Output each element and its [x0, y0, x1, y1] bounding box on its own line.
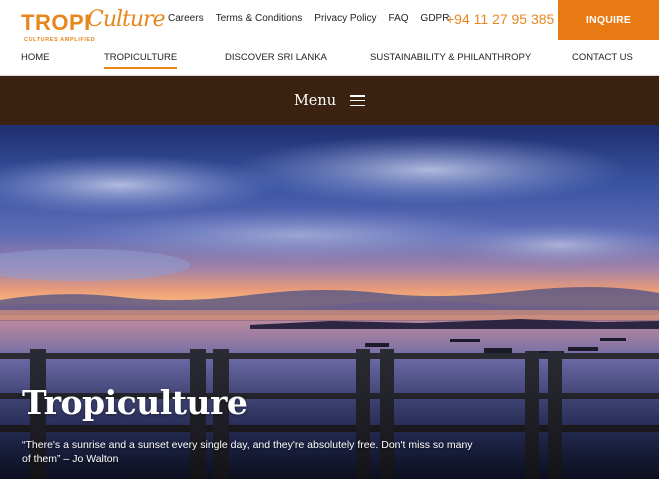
- link-terms-conditions[interactable]: Terms & Conditions: [216, 13, 303, 24]
- link-privacy-policy[interactable]: Privacy Policy: [314, 13, 376, 24]
- logo-tagline: CULTURES AMPLIFIED: [24, 37, 96, 43]
- menu-label: Menu: [293, 92, 337, 109]
- utility-links: Careers Terms & Conditions Privacy Polic…: [168, 13, 461, 24]
- hero-quote: “There's a sunrise and a sunset every si…: [22, 439, 473, 465]
- hamburger-icon[interactable]: [350, 95, 366, 106]
- link-faq[interactable]: FAQ: [389, 13, 409, 24]
- hero-title: Tropiculture: [22, 383, 248, 422]
- top-header: TROPI Culture CULTURES AMPLIFIED Careers…: [0, 0, 659, 43]
- menu-bar[interactable]: Menu: [0, 76, 659, 125]
- main-navigation: HOME TROPICULTURE DISCOVER SRI LANKA SUS…: [0, 48, 659, 72]
- nav-item-tropiculture[interactable]: TROPICULTURE: [104, 52, 178, 69]
- nav-item-contact-us[interactable]: CONTACT US: [572, 52, 633, 63]
- logo-word-culture: Culture: [87, 7, 166, 32]
- nav-item-home[interactable]: HOME: [21, 52, 50, 63]
- nav-item-discover-sri-lanka[interactable]: DISCOVER SRI LANKA: [225, 52, 327, 63]
- nav-item-sustainability-philanthropy[interactable]: SUSTAINABILITY & PHILANTHROPY: [370, 52, 531, 63]
- link-careers[interactable]: Careers: [168, 13, 204, 24]
- phone-number-link[interactable]: +94 11 27 95 385: [446, 11, 554, 27]
- tropiculture-logo[interactable]: TROPI Culture CULTURES AMPLIFIED: [21, 8, 166, 44]
- hero-banner: Tropiculture “There's a sunrise and a su…: [0, 125, 659, 479]
- inquire-button[interactable]: INQUIRE: [558, 0, 659, 40]
- logo-word-tropi: TROPI: [21, 10, 91, 35]
- sunset-lagoon-image: [0, 125, 659, 479]
